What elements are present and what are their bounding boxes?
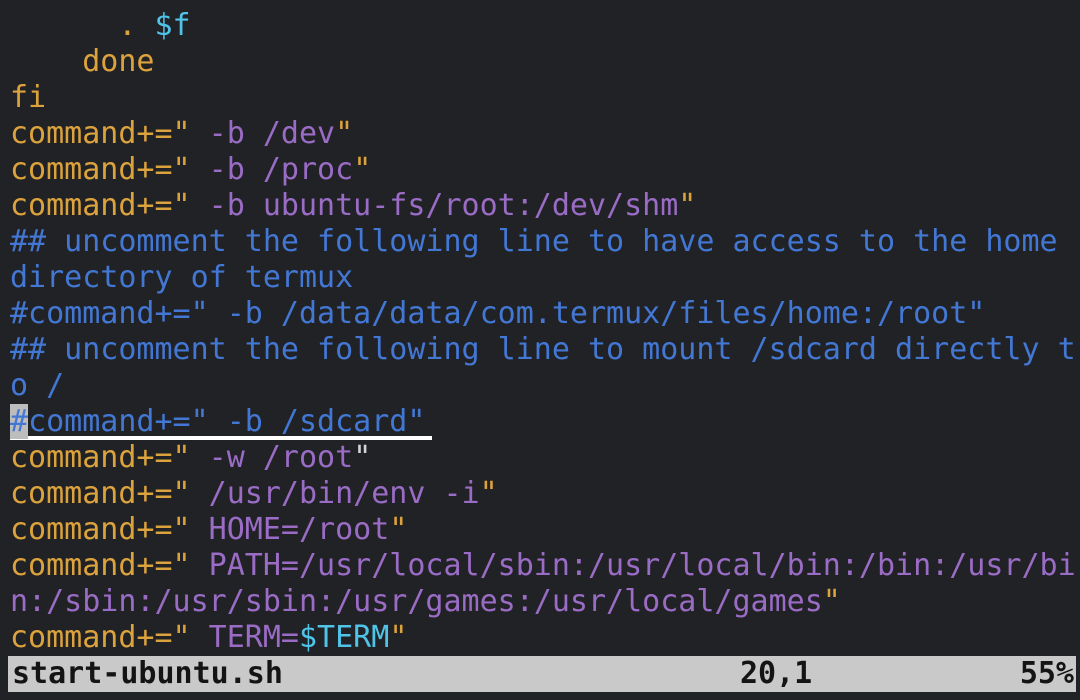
code-segment: command+=" [10,512,191,547]
code-segment: -b ubuntu-fs/root:/dev/shm [191,188,679,223]
code-segment: n:/sbin:/usr/sbin:/usr/games:/usr/local/… [10,584,823,619]
code-line[interactable]: ## uncomment the following line to mount… [10,332,1080,368]
code-line[interactable]: command+=" -b ubuntu-fs/root:/dev/shm" [10,188,1080,224]
code-segment: " [353,440,371,475]
code-segment: command+=" [10,476,191,511]
code-line[interactable]: command+=" -b /dev" [10,116,1080,152]
code-line[interactable]: command+=" /usr/bin/env -i" [10,476,1080,512]
code-line-text: command+=" -b /proc" [10,152,371,188]
code-segment: command+=" -b /sdcard" [28,404,425,439]
code-line-text: #command+=" -b /data/data/com.termux/fil… [10,296,985,332]
code-segment: #command+=" -b /data/data/com.termux/fil… [10,296,985,331]
code-segment: command+=" [10,188,191,223]
code-segment: /usr/bin/env -i [191,476,480,511]
code-line-text: command+=" HOME=/root" [10,512,407,548]
code-line-text: command+=" /usr/bin/env -i" [10,476,498,512]
code-segment: command+=" [10,548,191,583]
code-line-text: directory of termux [10,260,353,296]
code-line-text: #command+=" -b /sdcard" [10,404,432,440]
code-segment: command+=" [10,620,191,655]
code-line[interactable]: command+=" HOME=/root" [10,512,1080,548]
code-segment: " [353,152,371,187]
code-segment: " [389,512,407,547]
status-scroll-percent: 55% [1020,656,1074,692]
code-segment: $TERM [299,620,389,655]
code-segment: " [335,116,353,151]
code-line-text: command+=" PATH=/usr/local/sbin:/usr/loc… [10,548,1076,584]
code-line-text: ## uncomment the following line to have … [10,224,1058,260]
code-line-text: command+=" TERM=$TERM" [10,620,407,656]
code-line[interactable]: n:/sbin:/usr/sbin:/usr/games:/usr/local/… [10,584,1080,620]
code-segment: " [480,476,498,511]
code-line-text: fi [10,80,46,116]
code-segment: o / [10,368,64,403]
code-segment: . [10,8,155,43]
code-line-text: . $f [10,8,191,44]
code-line[interactable]: done [10,44,1080,80]
code-line-text: ## uncomment the following line to mount… [10,332,1076,368]
code-line[interactable]: #command+=" -b /data/data/com.termux/fil… [10,296,1080,332]
code-line[interactable]: command+=" -b /proc" [10,152,1080,188]
terminal-vim-window[interactable]: . $f doneficommand+=" -b /dev"command+="… [0,0,1080,700]
code-line-text: command+=" -b /dev" [10,116,353,152]
code-line-text: o / [10,368,64,404]
code-segment: -b /dev [191,116,336,151]
code-segment: command+=" [10,440,191,475]
code-segment: TERM= [191,620,299,655]
code-segment: ## uncomment the following line to mount… [10,332,1076,367]
editor-content[interactable]: . $f doneficommand+=" -b /dev"command+="… [10,8,1080,656]
code-line[interactable]: command+=" PATH=/usr/local/sbin:/usr/loc… [10,548,1080,584]
code-line[interactable]: fi [10,80,1080,116]
code-line-text: command+=" -b ubuntu-fs/root:/dev/shm" [10,188,696,224]
code-line-text: done [10,44,155,80]
code-segment: PATH=/usr/local/sbin:/usr/local/bin:/bin… [191,548,1076,583]
code-line-cursor[interactable]: #command+=" -b /sdcard" [10,404,1080,440]
code-line[interactable]: ## uncomment the following line to have … [10,224,1080,260]
code-segment: done [10,44,155,79]
vim-cursor: # [10,404,28,439]
code-segment: -b /proc [191,152,354,187]
code-line[interactable]: directory of termux [10,260,1080,296]
status-filename: start-ubuntu.sh [12,656,283,692]
code-segment: ## uncomment the following line to have … [10,224,1058,259]
code-segment: HOME=/root [191,512,390,547]
status-bar: start-ubuntu.sh 20,1 55% [8,656,1076,692]
code-line[interactable]: command+=" -w /root" [10,440,1080,476]
code-segment: fi [10,80,46,115]
code-segment: command+=" [10,152,191,187]
code-segment: " [678,188,696,223]
code-line-text: command+=" -w /root" [10,440,371,476]
code-segment: $f [155,8,191,43]
code-line[interactable]: o / [10,368,1080,404]
code-segment: -w /root [191,440,354,475]
code-segment: directory of termux [10,260,353,295]
code-line-text: n:/sbin:/usr/sbin:/usr/games:/usr/local/… [10,584,841,620]
code-line[interactable]: . $f [10,8,1080,44]
status-ruler-position: 20,1 [740,656,812,692]
code-segment: " [823,584,841,619]
code-line[interactable]: command+=" TERM=$TERM" [10,620,1080,656]
code-segment: " [389,620,407,655]
code-segment: command+=" [10,116,191,151]
